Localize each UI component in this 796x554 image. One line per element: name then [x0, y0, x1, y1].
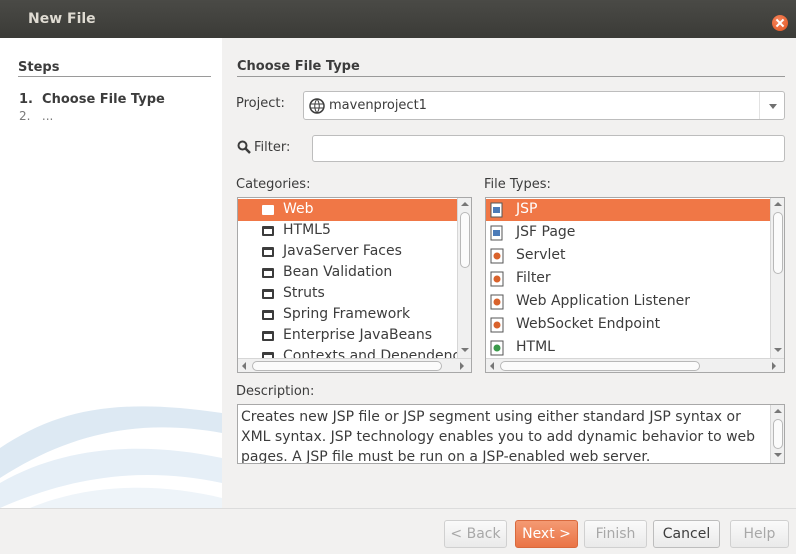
filter-input[interactable]: [312, 135, 785, 162]
folder-icon: [262, 331, 274, 341]
next-button[interactable]: Next >: [515, 520, 578, 548]
scroll-down-icon[interactable]: [774, 348, 782, 352]
finish-button[interactable]: Finish: [584, 520, 647, 548]
scroll-thumb[interactable]: [500, 361, 700, 371]
file-type-item-html[interactable]: HTML: [486, 337, 784, 359]
file-types-vertical-scrollbar[interactable]: [770, 198, 784, 358]
scroll-thumb[interactable]: [252, 361, 442, 371]
scroll-right-icon[interactable]: [772, 362, 776, 370]
decorative-swoosh-art: [0, 406, 222, 508]
title-bar: New File: [0, 0, 796, 38]
search-icon: [237, 140, 251, 154]
page-title: Choose File Type: [237, 59, 360, 74]
filter-label: Filter:: [254, 140, 291, 155]
folder-icon: [262, 247, 274, 257]
scroll-left-icon[interactable]: [242, 362, 246, 370]
close-icon[interactable]: [772, 15, 788, 31]
step-2-label: ...: [41, 109, 54, 123]
window-title: New File: [28, 11, 96, 27]
java-class-icon: [490, 271, 504, 287]
java-class-icon: [490, 317, 504, 333]
heading-divider: [237, 76, 785, 77]
step-1-label: Choose File Type: [42, 92, 165, 107]
jsp-file-icon: [490, 202, 503, 218]
file-types-horizontal-scrollbar[interactable]: [486, 358, 784, 372]
scroll-thumb[interactable]: [460, 212, 470, 268]
java-class-icon: [490, 294, 504, 310]
file-type-item-websocket-endpoint[interactable]: WebSocket Endpoint: [486, 314, 784, 336]
help-button[interactable]: Help: [730, 520, 789, 548]
categories-vertical-scrollbar[interactable]: [457, 198, 471, 358]
scroll-up-icon[interactable]: [461, 202, 469, 206]
file-type-item-web-application-listener[interactable]: Web Application Listener: [486, 291, 784, 313]
folder-icon: [262, 205, 274, 215]
description-text-area[interactable]: Creates new JSP file or JSP segment usin…: [237, 404, 785, 464]
step-1-number: 1.: [19, 92, 33, 107]
project-label: Project:: [236, 96, 285, 111]
description-text: Creates new JSP file or JSP segment usin…: [241, 409, 756, 464]
scroll-right-icon[interactable]: [460, 362, 464, 370]
category-item-spring-framework[interactable]: Spring Framework: [238, 304, 471, 326]
scroll-thumb[interactable]: [773, 419, 783, 449]
categories-horizontal-scrollbar[interactable]: [238, 358, 471, 372]
description-vertical-scrollbar[interactable]: [770, 405, 784, 463]
file-type-item-servlet[interactable]: Servlet: [486, 245, 784, 267]
scroll-up-icon[interactable]: [774, 202, 782, 206]
categories-list[interactable]: Web HTML5 JavaServer Faces Bean Validati…: [237, 197, 472, 373]
step-1: 1. Choose File Type: [19, 92, 165, 107]
category-item-struts[interactable]: Struts: [238, 283, 471, 305]
file-types-label: File Types:: [484, 177, 551, 192]
maven-project-icon: [309, 98, 325, 114]
html-file-icon: [490, 340, 504, 356]
folder-icon: [262, 226, 274, 236]
scroll-down-icon[interactable]: [774, 453, 782, 457]
category-item-html5[interactable]: HTML5: [238, 220, 471, 242]
project-combobox[interactable]: mavenproject1: [303, 91, 785, 120]
folder-icon: [262, 268, 274, 278]
chevron-down-icon[interactable]: [759, 92, 785, 119]
file-type-item-jsp[interactable]: JSP: [486, 199, 784, 221]
scroll-left-icon[interactable]: [490, 362, 494, 370]
step-2: 2. ...: [19, 109, 53, 123]
file-type-item-jsf-page[interactable]: JSF Page: [486, 222, 784, 244]
category-item-enterprise-javabeans[interactable]: Enterprise JavaBeans: [238, 325, 471, 347]
scroll-thumb[interactable]: [773, 212, 783, 274]
category-item-web[interactable]: Web: [238, 199, 471, 221]
file-types-list[interactable]: JSP JSF Page Servlet Filter Web Applicat…: [485, 197, 785, 373]
back-button[interactable]: < Back: [444, 520, 507, 548]
scroll-down-icon[interactable]: [461, 348, 469, 352]
folder-icon: [262, 310, 274, 320]
java-class-icon: [490, 248, 504, 264]
file-type-item-filter[interactable]: Filter: [486, 268, 784, 290]
description-label: Description:: [236, 384, 315, 399]
steps-divider: [18, 76, 211, 77]
cancel-button[interactable]: Cancel: [653, 520, 720, 548]
steps-panel: Steps 1. Choose File Type 2. ...: [0, 38, 222, 508]
categories-label: Categories:: [236, 177, 311, 192]
project-value: mavenproject1: [329, 98, 427, 113]
jsf-page-icon: [490, 225, 503, 241]
category-item-javaserver-faces[interactable]: JavaServer Faces: [238, 241, 471, 263]
step-2-number: 2.: [19, 109, 31, 123]
steps-heading: Steps: [18, 60, 60, 75]
scroll-up-icon[interactable]: [774, 409, 782, 413]
category-item-bean-validation[interactable]: Bean Validation: [238, 262, 471, 284]
folder-icon: [262, 289, 274, 299]
